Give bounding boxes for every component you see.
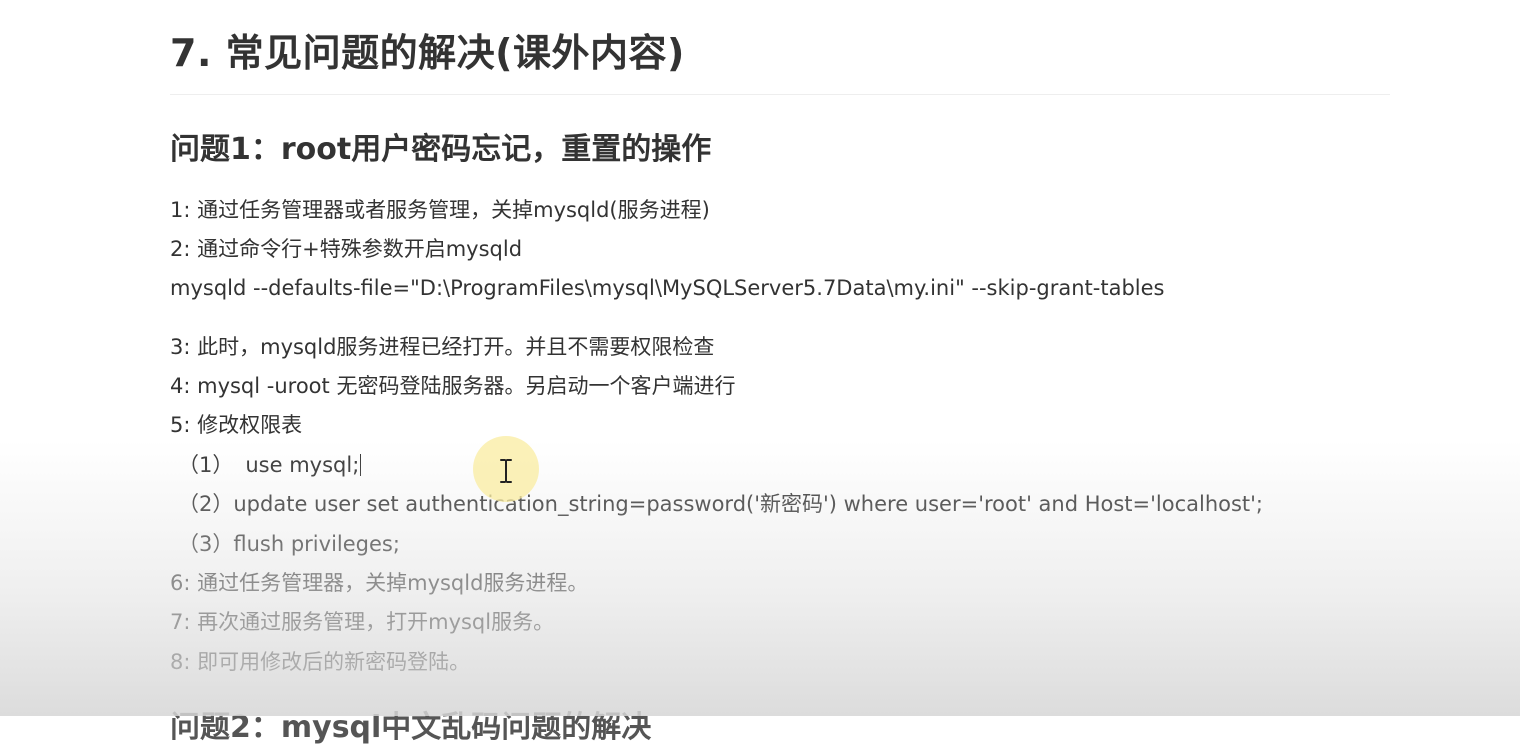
- substep-3-text: flush privileges;: [233, 532, 400, 556]
- text-cursor-icon: [497, 458, 515, 488]
- section-title: 7. 常见问题的解决(课外内容): [170, 31, 685, 75]
- problem-1-heading: 问题1：root用户密码忘记，重置的操作: [170, 132, 712, 167]
- text-caret: [360, 454, 362, 476]
- step-5: 5: 修改权限表: [170, 413, 303, 437]
- step-1: 1: 通过任务管理器或者服务管理，关掉mysqld(服务进程): [170, 198, 710, 222]
- substep-2: （2）update user set authentication_string…: [178, 490, 1263, 518]
- step-7: 7: 再次通过服务管理，打开mysql服务。: [170, 610, 555, 634]
- step-4: 4: mysql -uroot 无密码登陆服务器。另启动一个客户端进行: [170, 374, 736, 398]
- substep-1-number: （1）: [178, 453, 234, 477]
- command-line: mysqld --defaults-file="D:\ProgramFiles\…: [170, 276, 1165, 300]
- step-8: 8: 即可用修改后的新密码登陆。: [170, 650, 471, 674]
- document-page: 7. 常见问题的解决(课外内容) 问题1：root用户密码忘记，重置的操作 1:…: [170, 0, 1390, 716]
- substep-1: （1） use mysql;: [178, 451, 362, 479]
- substep-1-text[interactable]: use mysql;: [245, 453, 359, 477]
- substep-3: （3）flush privileges;: [178, 530, 400, 558]
- substep-2-number: （2）: [178, 492, 234, 516]
- step-6: 6: 通过任务管理器，关掉mysqld服务进程。: [170, 571, 589, 595]
- problem-2-heading-partial: 问题2：mysql中文乱码问题的解决: [170, 710, 652, 745]
- substep-2-text: update user set authentication_string=pa…: [233, 492, 1264, 516]
- step-2: 2: 通过命令行+特殊参数开启mysqld: [170, 237, 523, 261]
- title-divider: [170, 94, 1390, 95]
- substep-3-number: （3）: [178, 532, 234, 556]
- step-3: 3: 此时，mysqld服务进程已经打开。并且不需要权限检查: [170, 335, 715, 359]
